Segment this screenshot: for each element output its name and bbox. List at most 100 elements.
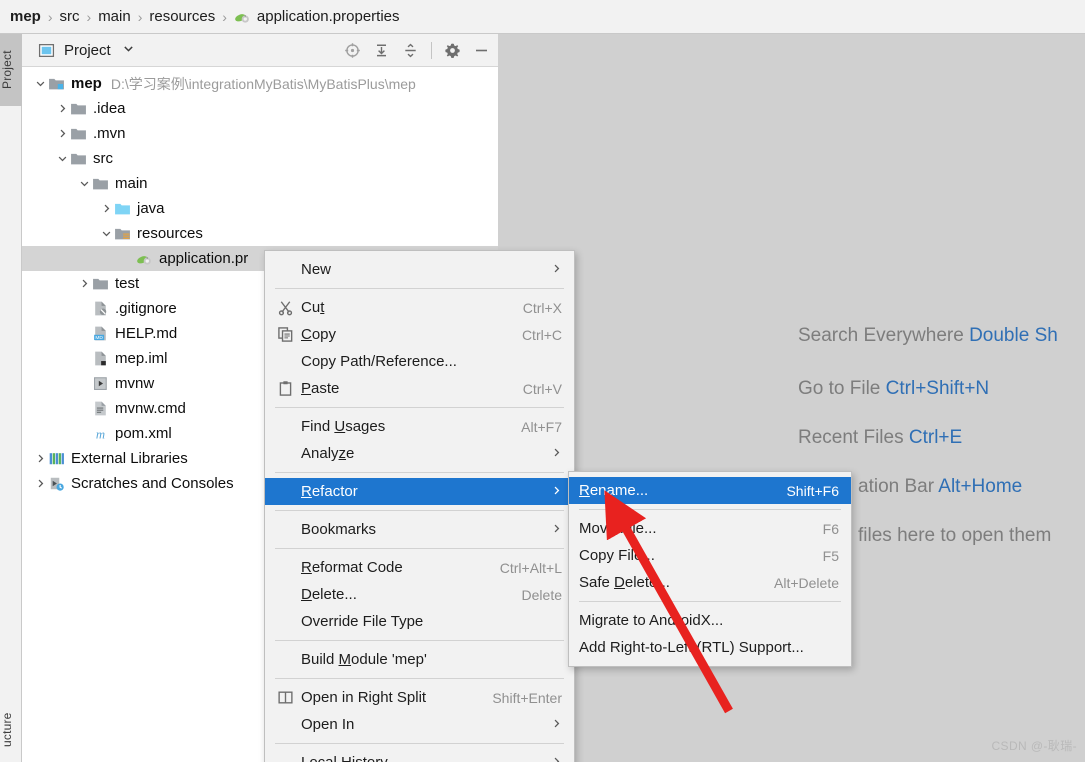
menu-item-label: Find Usages (301, 418, 386, 435)
menu-item-shortcut: Shift+F6 (786, 482, 839, 499)
menu-item-override-file-type[interactable]: Override File Type (265, 608, 574, 635)
breadcrumb-separator-icon: › (137, 8, 143, 25)
chevron-right-icon[interactable] (32, 453, 48, 464)
chevron-down-icon[interactable] (123, 43, 134, 57)
tree-row[interactable]: src (22, 146, 498, 171)
editor-hint-text: ation Bar (858, 476, 939, 497)
breadcrumb-resources[interactable]: resources (146, 8, 218, 25)
chevron-down-icon[interactable] (76, 178, 92, 189)
scratches-icon (48, 475, 65, 492)
chevron-right-icon[interactable] (98, 203, 114, 214)
menu-separator (579, 509, 841, 510)
menu-item-delete[interactable]: Delete... Delete (265, 581, 574, 608)
select-opened-file-icon[interactable] (344, 42, 361, 59)
svg-text:MD: MD (95, 335, 103, 341)
hide-panel-icon[interactable] (473, 42, 490, 59)
menu-item-paste[interactable]: Paste Ctrl+V (265, 375, 574, 402)
menu-item-open-in[interactable]: Open In (265, 711, 574, 738)
menu-item-rename[interactable]: Rename... Shift+F6 (569, 477, 851, 504)
menu-item-copy-path-reference[interactable]: Copy Path/Reference... (265, 348, 574, 375)
collapse-all-icon[interactable] (402, 42, 419, 59)
menu-item-shortcut: Shift+Enter (492, 689, 562, 706)
tool-tab-project[interactable]: Project (0, 34, 22, 106)
menu-separator (275, 510, 564, 511)
menu-item-find-usages[interactable]: Find Usages Alt+F7 (265, 413, 574, 440)
menu-item-analyze[interactable]: Analyze (265, 440, 574, 467)
chevron-down-icon[interactable] (32, 78, 48, 89)
tool-tab-structure[interactable]: ucture (0, 698, 22, 762)
menu-item-copy-file[interactable]: Copy File... F5 (569, 542, 851, 569)
menu-item-open-in-right-split[interactable]: Open in Right Split Shift+Enter (265, 684, 574, 711)
menu-item-migrate-to-androidx[interactable]: Migrate to AndroidX... (569, 607, 851, 634)
chevron-right-icon[interactable] (32, 478, 48, 489)
menu-item-label: Copy Path/Reference... (301, 353, 457, 370)
tree-row[interactable]: .idea (22, 96, 498, 121)
menu-item-shortcut: F5 (822, 547, 839, 564)
csdn-watermark: CSDN @-耿瑞- (991, 739, 1077, 753)
tree-row[interactable]: main (22, 171, 498, 196)
folder-icon (92, 275, 109, 292)
tree-row[interactable]: mep D:\学习案例\integrationMyBatis\MyBatisPlu… (22, 71, 498, 96)
settings-gear-icon[interactable] (444, 42, 461, 59)
tree-row[interactable]: .mvn (22, 121, 498, 146)
menu-item-label: Move File... (579, 520, 657, 537)
svg-text:m: m (96, 427, 105, 441)
paste-icon (275, 380, 295, 397)
menu-item-label: Add Right-to-Left (RTL) Support... (579, 639, 804, 656)
cut-icon (275, 299, 295, 316)
editor-hint-text: Search Everywhere (798, 325, 970, 346)
menu-separator (275, 640, 564, 641)
menu-item-label: New (301, 261, 332, 278)
chevron-right-icon (551, 447, 562, 461)
chevron-right-icon (551, 756, 562, 762)
chevron-right-icon (551, 485, 562, 499)
editor-hint-shortcut: Double Sh (969, 325, 1058, 346)
tree-item-label: src (93, 150, 113, 167)
chevron-right-icon[interactable] (54, 128, 70, 139)
menu-item-build-module-mep[interactable]: Build Module 'mep' (265, 646, 574, 673)
menu-item-shortcut: Ctrl+V (522, 380, 562, 397)
menu-item-label: Cut (301, 299, 325, 316)
breadcrumb-src[interactable]: src (57, 8, 83, 25)
menu-item-new[interactable]: New (265, 256, 574, 283)
menu-item-label: Delete... (301, 586, 357, 603)
tree-row[interactable]: java (22, 196, 498, 221)
tree-item-label: mep (71, 75, 102, 92)
breadcrumb-mep[interactable]: mep (7, 8, 44, 25)
menu-item-safe-delete[interactable]: Safe Delete... Alt+Delete (569, 569, 851, 596)
tree-item-label: .mvn (93, 125, 126, 142)
menu-item-add-right-to-left-rtl-support[interactable]: Add Right-to-Left (RTL) Support... (569, 634, 851, 661)
menu-item-label: Copy File... (579, 547, 655, 564)
breadcrumb-application-properties[interactable]: application.properties (231, 8, 403, 25)
chevron-right-icon[interactable] (76, 278, 92, 289)
chevron-right-icon (551, 523, 562, 537)
chevron-down-icon[interactable] (98, 228, 114, 239)
breadcrumb-main[interactable]: main (95, 8, 134, 25)
project-panel-actions (344, 41, 490, 59)
menu-item-copy[interactable]: Copy Ctrl+C (265, 321, 574, 348)
expand-all-icon[interactable] (373, 42, 390, 59)
menu-item-reformat-code[interactable]: Reformat Code Ctrl+Alt+L (265, 554, 574, 581)
libraries-icon (48, 450, 65, 467)
folder-icon (70, 150, 87, 167)
menu-item-local-history[interactable]: Local History (265, 749, 574, 762)
chevron-down-icon[interactable] (54, 153, 70, 164)
tree-item-label: resources (137, 225, 203, 242)
menu-item-label: Analyze (301, 445, 355, 462)
chevron-right-icon[interactable] (54, 103, 70, 114)
resources-root-folder-icon (114, 225, 131, 242)
breadcrumb-separator-icon: › (86, 8, 92, 25)
menu-item-bookmarks[interactable]: Bookmarks (265, 516, 574, 543)
breadcrumb-separator-icon: › (222, 8, 227, 25)
tree-item-label: HELP.md (115, 325, 178, 342)
tree-row[interactable]: resources (22, 221, 498, 246)
breadcrumb-file-label: application.properties (256, 8, 400, 25)
menu-item-shortcut: Alt+Delete (774, 574, 839, 591)
menu-item-cut[interactable]: Cut Ctrl+X (265, 294, 574, 321)
menu-item-shortcut: Alt+F7 (521, 418, 562, 435)
tree-item-label: .gitignore (115, 300, 177, 317)
menu-item-move-file[interactable]: Move File... F6 (569, 515, 851, 542)
folder-icon (92, 175, 109, 192)
tool-window-strip-left: Project ucture (0, 34, 22, 762)
menu-item-refactor[interactable]: Refactor (265, 478, 574, 505)
